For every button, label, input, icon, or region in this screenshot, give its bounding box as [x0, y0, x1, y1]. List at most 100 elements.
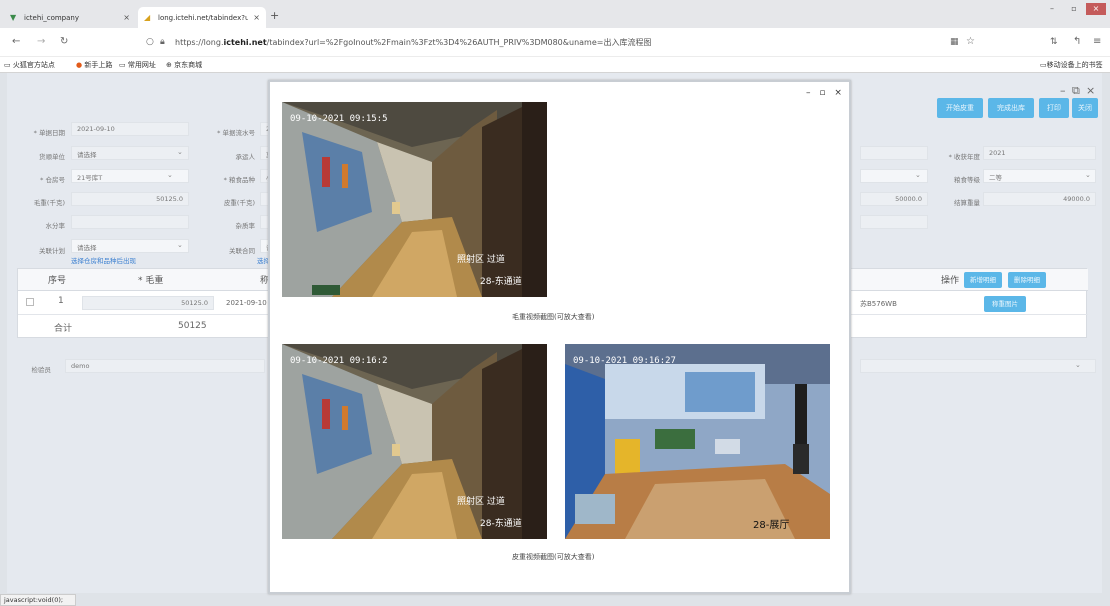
chevron-down-icon: ⌄: [1085, 171, 1091, 179]
tare-video-snapshot-1[interactable]: 09-10-2021 09:16:2 照射区 过道 28-东通道: [282, 344, 547, 539]
video-overlay-channel: 28-东通道: [480, 277, 522, 287]
tab-ictehi-company[interactable]: ▼ ictehi_company ×: [4, 7, 136, 28]
modal-controls[interactable]: – ▫ ×: [806, 88, 845, 98]
maximize-icon[interactable]: ▫: [1064, 3, 1084, 15]
video-overlay-zone: 照射区 过道: [457, 255, 505, 265]
video-timestamp: 09-10-2021 09:16:27: [573, 356, 676, 366]
status-bar: javascript:void(0);: [0, 594, 76, 606]
close-panel-icon[interactable]: ×: [1086, 84, 1095, 97]
window-controls: – ▫ ×: [1042, 3, 1106, 15]
video-timestamp: 09-10-2021 09:15:5: [290, 114, 388, 124]
bookmark-label: 移动设备上的书签: [1046, 61, 1103, 69]
date-field[interactable]: 2021-09-10: [71, 122, 189, 136]
star-icon[interactable]: ☆: [966, 36, 975, 48]
contract-label: 关联合同: [229, 247, 255, 255]
complete-outbound-button[interactable]: 完成出库: [988, 98, 1034, 118]
inspector-right-field: [860, 359, 1096, 373]
col-ops: 操作: [941, 276, 960, 286]
url-rest: /tabindex?url=%2FgoInout%2Fmain%3Fzt%3D4…: [266, 38, 652, 47]
plan-select[interactable]: 请选择: [71, 239, 189, 253]
chevron-down-icon: ⌄: [177, 241, 183, 249]
warehouse-label: * 仓房号: [40, 176, 65, 184]
tab-label: long.ictehi.net/tabindex?url=: [158, 13, 248, 22]
chevron-down-icon: ⌄: [1075, 361, 1081, 369]
shield-icon[interactable]: ○: [146, 36, 154, 48]
row-plate: 苏B576WB: [860, 300, 897, 308]
carrier-field-right: [860, 146, 928, 160]
row-index: 1: [58, 296, 64, 306]
corridor-image: [282, 344, 547, 539]
settle-field: 49000.0: [983, 192, 1096, 206]
restore-panel-icon[interactable]: ⧉: [1072, 84, 1080, 98]
browser-nav-bar: ← → ↻ ○ 🔒︎ https://long.ictehi.net/tabin…: [0, 28, 1110, 57]
row-checkbox[interactable]: [26, 298, 34, 306]
gross-label: 毛重(千克): [33, 199, 65, 207]
extensions-icon[interactable]: ⇅: [1050, 36, 1058, 48]
grade-select[interactable]: 二等: [983, 169, 1096, 183]
globe-icon: ⊕: [166, 61, 172, 69]
total-label: 合计: [54, 324, 73, 334]
tare-caption: 皮重视频截图(可放大查看): [512, 553, 595, 561]
chevron-down-icon: ⌄: [915, 171, 921, 179]
unit-select[interactable]: 请选择: [71, 146, 189, 160]
plan-hint-link[interactable]: 选择仓房和品种后出现: [71, 255, 136, 265]
serial-label: * 单据流水号: [217, 129, 255, 137]
bookmark-newbie[interactable]: ● 新手上路: [76, 60, 112, 70]
url-domain: ictehi.net: [223, 38, 267, 47]
close-button[interactable]: 关闭: [1072, 98, 1098, 118]
reload-icon[interactable]: ↻: [60, 36, 68, 48]
undo-icon[interactable]: ↰: [1073, 36, 1081, 48]
col-gross: * 毛重: [138, 276, 164, 286]
new-tab-button[interactable]: +: [270, 9, 279, 22]
add-detail-button[interactable]: 新增明细: [964, 272, 1002, 288]
corridor-image: [282, 102, 547, 297]
window-close-icon[interactable]: ×: [1086, 3, 1106, 15]
image-modal: – ▫ × 09-10-2021 09:15:5 照射区 过道 28-东通道 毛…: [268, 80, 851, 594]
qr-code-icon[interactable]: ▦: [950, 36, 959, 48]
chevron-down-icon: ⌄: [167, 171, 173, 179]
filter-icon: ▼: [10, 13, 17, 22]
bookmarks-bar: ▭ 火狐官方站点 ● 新手上路 ▭ 常用网址 ⊕ 京东商城 ▭移动设备上的书签: [0, 57, 1110, 73]
bookmark-jd[interactable]: ⊕ 京东商城: [166, 60, 202, 70]
gross-video-snapshot[interactable]: 09-10-2021 09:15:5 照射区 过道 28-东通道: [282, 102, 547, 297]
weigh-image-button[interactable]: 称重图片: [984, 296, 1026, 312]
inspector-field[interactable]: demo: [65, 359, 265, 373]
impurity-label: 杂质率: [235, 222, 256, 230]
bookmark-firefox[interactable]: ▭ 火狐官方站点: [4, 60, 55, 70]
close-icon[interactable]: ×: [253, 13, 260, 22]
bookmark-mobile[interactable]: ▭移动设备上的书签: [1040, 60, 1103, 70]
minimize-icon[interactable]: –: [1042, 3, 1062, 15]
year-field[interactable]: 2021: [983, 146, 1096, 160]
address-bar[interactable]: https://long.ictehi.net/tabindex?url=%2F…: [175, 37, 651, 48]
bookmark-label: 新手上路: [84, 61, 113, 69]
tab-label: ictehi_company: [24, 13, 79, 22]
menu-icon[interactable]: ≡: [1093, 36, 1101, 48]
gross-caption: 毛重视频截图(可放大查看): [512, 313, 595, 321]
total-value: 50125: [178, 321, 207, 331]
print-button[interactable]: 打印: [1039, 98, 1069, 118]
bookmark-label: 京东商城: [174, 61, 203, 69]
back-icon[interactable]: ←: [12, 36, 20, 48]
close-icon[interactable]: ×: [123, 13, 130, 22]
url-prefix: https://long.: [175, 38, 224, 47]
row-gross[interactable]: 50125.0: [82, 296, 214, 310]
exhibition-hall-image: [565, 344, 830, 539]
tab-tabindex[interactable]: ◢ long.ictehi.net/tabindex?url= ×: [138, 7, 266, 28]
moisture-field[interactable]: [71, 215, 189, 229]
video-overlay-channel: 28-展厅: [753, 520, 790, 531]
inspector-label: 检验员: [31, 366, 52, 374]
delete-detail-button[interactable]: 删除明细: [1008, 272, 1046, 288]
forward-icon[interactable]: →: [37, 36, 45, 48]
bookmark-label: 常用网址: [127, 61, 156, 69]
net-field: 50000.0: [860, 192, 928, 206]
year-label: * 收获年度: [948, 153, 980, 161]
bookmark-common[interactable]: ▭ 常用网址: [119, 60, 156, 70]
chevron-down-icon: ⌄: [177, 148, 183, 156]
grade-label: 粮食等级: [954, 176, 980, 184]
start-tare-button[interactable]: 开始皮重: [937, 98, 983, 118]
screen: ▼ ictehi_company × ◢ long.ictehi.net/tab…: [0, 0, 1110, 606]
tare-video-snapshot-2[interactable]: 09-10-2021 09:16:27 28-展厅: [565, 344, 830, 539]
minimize-panel-icon[interactable]: –: [1060, 84, 1066, 97]
bookmark-label: 火狐官方站点: [12, 61, 55, 69]
unit-label: 货顺单位: [39, 153, 65, 161]
